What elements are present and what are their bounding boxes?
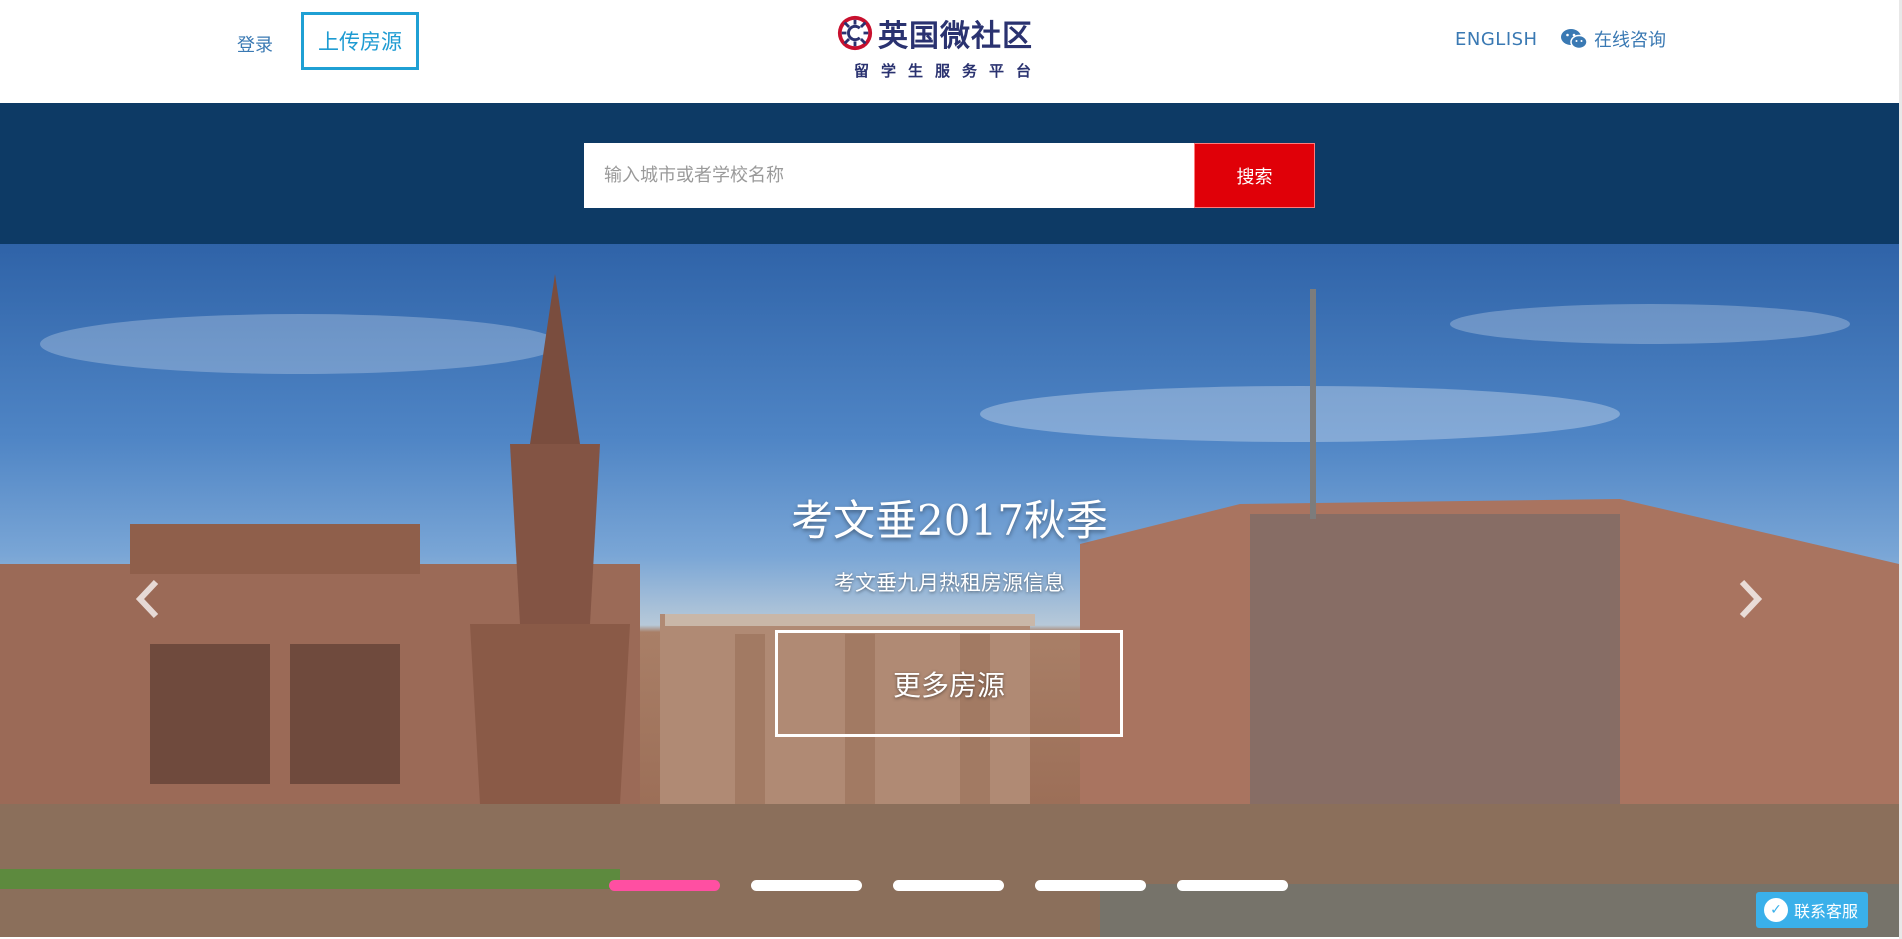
hero-subtitle: 考文垂九月热租房源信息 xyxy=(834,571,1065,595)
logo-subtitle: 留学生服务平台 xyxy=(854,62,1044,80)
carousel-prev-icon[interactable] xyxy=(128,574,168,624)
carousel-indicators xyxy=(609,880,1319,891)
chat-bubble-icon: ✓ xyxy=(1764,898,1788,922)
search-input[interactable] xyxy=(584,143,1194,208)
carousel-indicator-3[interactable] xyxy=(893,880,1004,891)
carousel-indicator-1[interactable] xyxy=(609,880,720,891)
search-band: 搜索 xyxy=(0,103,1899,244)
online-consult-link[interactable]: 在线咨询 xyxy=(1560,26,1666,52)
wechat-icon xyxy=(1561,29,1588,50)
logo-emblem-icon xyxy=(837,15,873,51)
site-header: 登录 上传房源 英国微社区 留学生服务平台 ENGLISH 在线咨询 xyxy=(0,0,1902,103)
carousel-indicator-2[interactable] xyxy=(751,880,862,891)
carousel-indicator-5[interactable] xyxy=(1177,880,1288,891)
upload-listing-button[interactable]: 上传房源 xyxy=(301,12,419,70)
hero-carousel: 考文垂2017秋季 考文垂九月热租房源信息 更多房源 xyxy=(0,244,1899,937)
login-link[interactable]: 登录 xyxy=(237,31,273,57)
site-logo[interactable]: 英国微社区 留学生服务平台 xyxy=(836,12,1066,86)
search-button[interactable]: 搜索 xyxy=(1194,143,1315,208)
carousel-indicator-4[interactable] xyxy=(1035,880,1146,891)
more-listings-button[interactable]: 更多房源 xyxy=(775,630,1123,737)
online-consult-label: 在线咨询 xyxy=(1594,30,1666,51)
language-switch-link[interactable]: ENGLISH xyxy=(1455,29,1538,50)
hero-title: 考文垂2017秋季 xyxy=(791,496,1108,545)
logo-name: 英国微社区 xyxy=(878,19,1033,54)
contact-service-label: 联系客服 xyxy=(1794,902,1859,921)
contact-service-button[interactable]: ✓ 联系客服 xyxy=(1756,892,1868,928)
carousel-next-icon[interactable] xyxy=(1730,574,1770,624)
